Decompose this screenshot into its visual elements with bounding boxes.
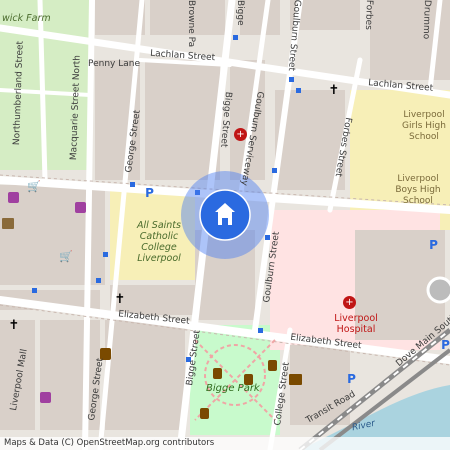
parking-icon[interactable]: P — [346, 372, 357, 385]
library-icon[interactable] — [289, 374, 302, 385]
street-label: Drummo — [420, 0, 432, 40]
shopping-cart-icon[interactable]: 🛒 — [59, 250, 73, 262]
church-icon[interactable]: ✝ — [8, 318, 20, 332]
church-icon[interactable]: ✝ — [114, 292, 126, 306]
park-label[interactable]: Bigge Park — [206, 384, 260, 394]
shopping-bag-icon[interactable] — [75, 202, 86, 213]
school-label[interactable]: Liverpool Boys High School — [388, 174, 448, 207]
area-label: wick Farm — [2, 13, 51, 24]
shopping-bag-icon[interactable] — [40, 392, 51, 403]
cinema-icon[interactable] — [2, 218, 14, 229]
parking-icon[interactable]: P — [144, 186, 155, 199]
hospital-icon[interactable]: + — [343, 296, 356, 309]
attribution-text[interactable]: Maps & Data (C) OpenStreetMap.org contri… — [4, 438, 214, 448]
school-label[interactable]: Liverpool Girls High School — [395, 110, 450, 143]
hospital-icon[interactable]: + — [234, 128, 247, 141]
roundabout — [426, 276, 450, 304]
map-attribution[interactable]: Maps & Data (C) OpenStreetMap.org contri… — [0, 437, 450, 450]
street-label: Browne Pa — [186, 0, 196, 48]
memorial-icon[interactable] — [213, 368, 222, 379]
street-label: Forbes — [362, 0, 374, 31]
parking-icon[interactable]: P — [428, 238, 439, 251]
parking-icon[interactable]: P — [441, 338, 450, 351]
memorial-icon[interactable] — [268, 360, 277, 371]
shopping-bag-icon[interactable] — [8, 192, 19, 203]
church-icon[interactable]: ✝ — [328, 83, 340, 97]
shopping-cart-icon[interactable]: 🛒 — [27, 180, 41, 192]
street-label: Bigge — [235, 0, 245, 26]
hospital-label[interactable]: Liverpool Hospital — [326, 313, 386, 335]
street-label: Penny Lane — [88, 59, 141, 69]
school-label[interactable]: All Saints Catholic College Liverpool — [132, 220, 186, 264]
map-view[interactable]: + + ✝ ✝ ✝ 🛒 🛒 P P P P Lachlan Street Lac… — [0, 0, 450, 450]
memorial-icon[interactable] — [200, 408, 209, 419]
